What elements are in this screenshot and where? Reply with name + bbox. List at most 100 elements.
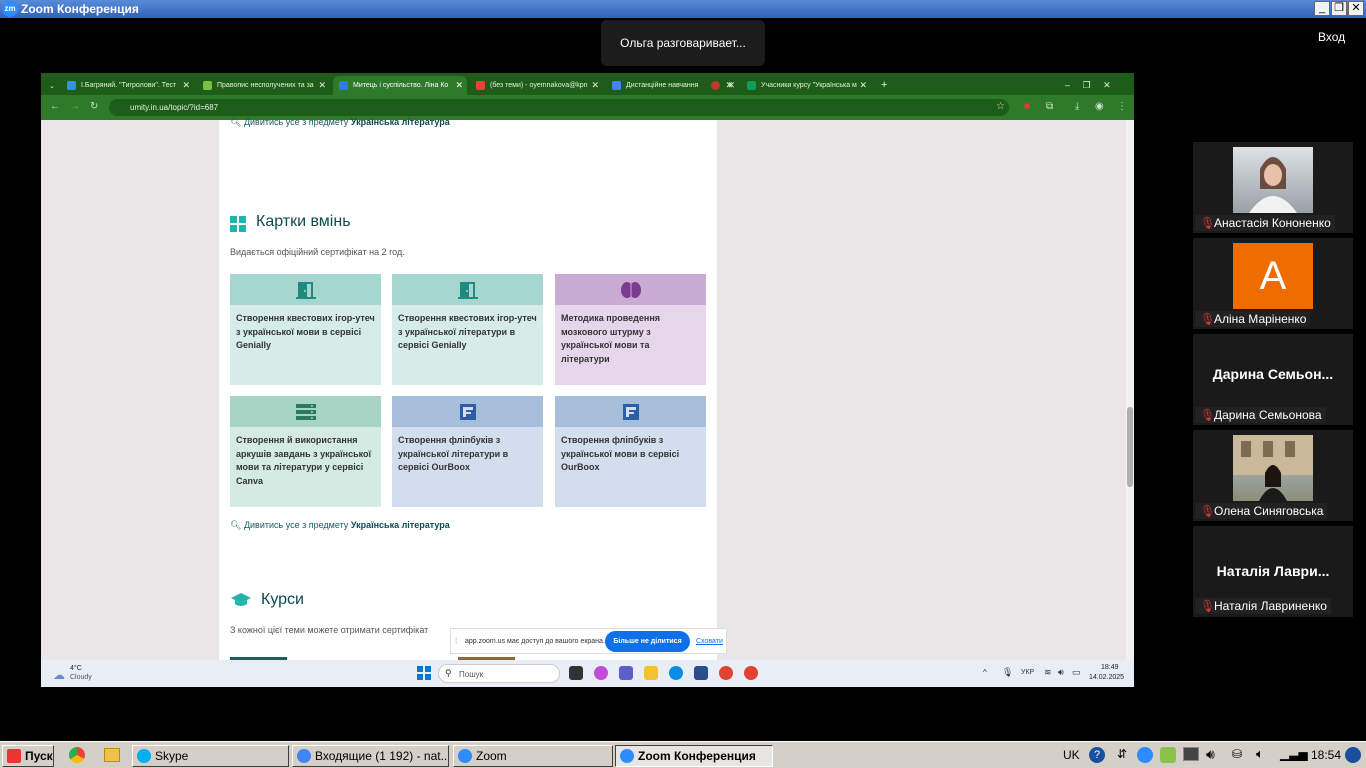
bookmark-star-icon[interactable]: ☆ <box>996 101 1005 112</box>
mic-icon[interactable]: 🎙︎ <box>1002 667 1013 678</box>
see-all-link-top[interactable]: 🔍︎ Дивитись усе з предмету Українська лі… <box>230 117 450 128</box>
card-header <box>392 396 543 427</box>
close-tab-icon[interactable]: ✕ <box>859 76 867 95</box>
task-view-icon[interactable] <box>569 666 583 680</box>
participant-tile[interactable]: A 🎙︎ Аліна Маріненко <box>1193 238 1353 329</box>
close-button[interactable]: ✕ <box>1348 1 1364 16</box>
participant-tile[interactable]: Дарина Семьон... 🎙︎ Дарина Семьонова <box>1193 334 1353 425</box>
windows-logo-icon <box>7 749 21 763</box>
notification-icon[interactable] <box>1345 747 1361 763</box>
clock[interactable]: 18:54 <box>1311 748 1341 762</box>
zoom-titlebar: zm Zoom Конференция _ ❐ ✕ <box>0 0 1366 18</box>
muted-mic-icon: 🎙︎ <box>1200 408 1216 422</box>
folder-quicklaunch-icon[interactable] <box>104 748 120 762</box>
download-icon[interactable]: ⤓ <box>1075 101 1079 112</box>
browser-tab[interactable]: Учасники курсу "Українська м ✕ <box>741 76 871 95</box>
tab-label: Правопис несполучених та за <box>217 82 314 89</box>
weather-desc: Cloudy <box>70 674 92 681</box>
edge-icon[interactable] <box>669 666 683 680</box>
search-box[interactable]: ⚲ Пошук <box>438 664 560 683</box>
tray-arrow-icon[interactable]: ^ <box>983 668 987 677</box>
speaker-tray-icon[interactable]: 🔈︎ <box>1256 746 1264 762</box>
language-indicator[interactable]: UK <box>1063 748 1080 762</box>
close-tab-icon[interactable]: ✕ <box>725 76 733 95</box>
participant-tile[interactable]: 🎙︎ Олена Синяговська <box>1193 430 1353 521</box>
pdf-extension-icon[interactable]: ■ <box>1024 101 1030 112</box>
drag-handle-icon[interactable]: ⁞ <box>455 637 457 646</box>
chrome-quicklaunch-icon[interactable] <box>69 747 85 763</box>
close-tab-icon[interactable]: ✕ <box>318 76 326 95</box>
participant-video <box>1233 147 1313 213</box>
close-tab-icon[interactable]: ✕ <box>591 76 599 95</box>
cloud-icon: ☁ <box>53 668 65 682</box>
explorer-icon[interactable] <box>644 666 658 680</box>
extensions-icon[interactable]: ⧉ <box>1046 101 1053 112</box>
store-icon[interactable] <box>694 666 708 680</box>
close-tab-icon[interactable]: ✕ <box>182 76 190 95</box>
chrome-profile-icon[interactable] <box>744 666 758 680</box>
tab-favicon-icon <box>203 81 212 90</box>
minimize-button[interactable]: _ <box>1314 1 1330 16</box>
exit-button[interactable]: Вход <box>1318 30 1345 44</box>
forward-icon[interactable]: → <box>70 101 80 112</box>
new-tab-button[interactable]: + <box>877 76 897 95</box>
input-language[interactable]: УКР <box>1021 669 1034 676</box>
tray-arrows-icon[interactable]: ⇵ <box>1117 747 1127 761</box>
taskbar-button-chrome[interactable]: Входящие (1 192) - nat... <box>292 745 449 767</box>
taskbar-button-skype[interactable]: Skype <box>132 745 289 767</box>
volume-icon[interactable]: 🔊︎ <box>1058 667 1064 678</box>
taskbar-button-zoom[interactable]: Zoom <box>453 745 613 767</box>
tab-search-icon[interactable]: ⌄ <box>45 77 61 96</box>
browser-tab[interactable]: (без теми) - oyemnakova@kpn ✕ <box>470 76 603 95</box>
help-icon[interactable]: ? <box>1089 747 1105 763</box>
skill-card[interactable]: Створення фліпбуків з української мови в… <box>555 396 706 507</box>
skills-section-subtitle: Видається офіційний сертифікат на 2 год. <box>230 247 405 257</box>
usb-icon[interactable]: ⛁ <box>1232 747 1242 761</box>
teams-icon[interactable] <box>619 666 633 680</box>
participant-tile[interactable]: 🎙︎ Анастасія Кононенко <box>1193 142 1353 233</box>
stop-sharing-button[interactable]: Більше не ділитися <box>605 631 690 652</box>
skill-card[interactable]: Методика проведення мозкового штурму з у… <box>555 274 706 385</box>
window-controls[interactable]: – ❐ ✕ <box>1061 76 1131 95</box>
participant-name-text: Олена Синяговська <box>1214 504 1324 518</box>
restore-button[interactable]: ❐ <box>1331 1 1347 16</box>
copilot-icon[interactable] <box>594 666 608 680</box>
start-button[interactable]: Пуск <box>2 745 54 767</box>
network-signal-icon[interactable]: ▁▃▅ <box>1280 747 1308 761</box>
taskbar-button-label: Zoom Конференция <box>638 749 756 763</box>
windows-taskbar: Пуск Skype Входящие (1 192) - nat... Zoo… <box>0 741 1366 768</box>
monitor-icon[interactable] <box>1183 747 1199 761</box>
tray-app-icon[interactable] <box>1160 747 1176 763</box>
chrome-icon[interactable] <box>719 666 733 680</box>
skill-card[interactable]: Створення квестових ігор-утеч з українсь… <box>392 274 543 385</box>
speaker-indicator: Ольга разговаривает... <box>601 20 765 66</box>
back-icon[interactable]: ← <box>50 101 60 112</box>
weather-temp: 4°C <box>70 665 82 672</box>
browser-tab[interactable]: ✕ <box>705 76 737 95</box>
taskbar-button-zoom-meeting[interactable]: Zoom Конференция <box>615 745 773 767</box>
hide-banner-link[interactable]: Сховати <box>696 638 723 645</box>
menu-icon[interactable]: ⋮ <box>1117 101 1127 112</box>
wifi-icon[interactable]: ≋ <box>1044 667 1052 678</box>
browser-tab-active[interactable]: Митець і суспільство. Ліна Ко ✕ <box>333 76 467 95</box>
skill-card[interactable]: Створення фліпбуків з української літера… <box>392 396 543 507</box>
see-all-link-bottom[interactable]: 🔍︎ Дивитись усе з предмету Українська лі… <box>230 520 450 531</box>
browser-tab[interactable]: І.Багряний. "Тигролови". Тест ✕ <box>61 76 194 95</box>
profile-icon[interactable]: ◉ <box>1095 101 1104 112</box>
url-input[interactable]: umity.in.ua/topic/?id=687 <box>109 99 1009 116</box>
page-viewport: 🔍︎ Дивитись усе з предмету Українська лі… <box>41 117 1126 660</box>
page-scrollbar[interactable] <box>1126 120 1134 660</box>
zoom-tray-icon[interactable] <box>1137 747 1153 763</box>
volume-tray-icon[interactable]: 🔊︎ <box>1206 746 1215 763</box>
skill-card[interactable]: Створення квестових ігор-утеч з українсь… <box>230 274 381 385</box>
skill-card[interactable]: Створення й використання аркушів завдань… <box>230 396 381 507</box>
reload-icon[interactable]: ↻ <box>90 101 98 112</box>
scroll-thumb[interactable] <box>1127 407 1133 487</box>
close-tab-icon[interactable]: ✕ <box>455 76 463 95</box>
windows-start-icon[interactable] <box>417 666 431 680</box>
tab-favicon-icon <box>747 81 756 90</box>
participant-tile[interactable]: Наталія Лаври... 🎙︎ Наталія Лавриненко <box>1193 526 1353 617</box>
card-title: Створення фліпбуків з української мови в… <box>561 435 680 472</box>
browser-tab[interactable]: Правопис несполучених та за ✕ <box>197 76 330 95</box>
battery-icon[interactable]: ▭ <box>1072 667 1081 678</box>
